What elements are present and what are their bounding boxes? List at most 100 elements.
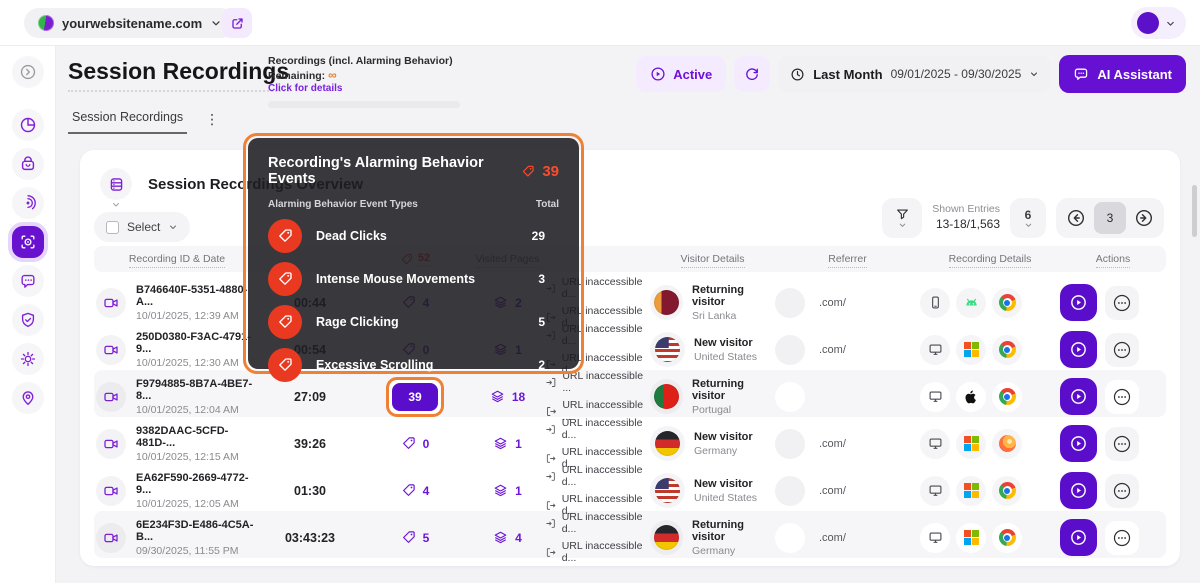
column-recording-id: Recording ID & Date [94,253,260,265]
play-recording-button[interactable] [1060,378,1097,415]
shopping-bag-icon [19,155,37,173]
sidebar-item-feedback[interactable] [12,265,44,297]
referrer-avatar [775,288,805,318]
table-row[interactable]: F9794885-8B7A-4BE7-8...10/01/2025, 12:04… [94,370,1166,417]
entry-url[interactable]: URL inaccessible d... [545,511,650,535]
user-menu[interactable] [1131,7,1186,39]
play-recording-button[interactable] [1060,472,1097,509]
open-website-button[interactable] [222,8,252,38]
tag-icon [401,436,416,451]
more-actions-button[interactable] [1105,427,1139,461]
visitor-type: Returning visitor [692,519,775,543]
video-camera-icon [96,382,126,412]
sidebar-item-settings[interactable] [12,343,44,375]
play-recording-button[interactable] [1060,331,1097,368]
visited-pages-count[interactable]: 1 [470,483,545,498]
play-circle-icon [650,66,666,82]
recording-id: 6E234F3D-E486-4C5A-B... [136,519,260,543]
visitor-country-flag-icon [655,478,680,503]
sidebar-item-session-recordings[interactable] [12,226,44,258]
table-row[interactable]: EA62F590-2669-4772-9... 10/01/2025, 12:05… [94,464,1166,511]
app-window: yourwebsitename.com [0,0,1200,583]
tab-options-kebab-icon[interactable]: ⋮ [201,111,223,128]
vertical-scrollbar[interactable] [1192,185,1197,237]
sidebar-item-geolocation[interactable] [12,382,44,414]
sidebar-item-heatmaps[interactable] [12,187,44,219]
ellipsis-icon [1111,527,1133,549]
popup-col-total: Total [536,199,559,210]
table-row[interactable]: 9382DAAC-5CFD-481D-...10/01/2025, 12:15 … [94,417,1166,464]
play-recording-button[interactable] [1060,519,1097,556]
arrow-right-circle-icon [1134,208,1154,228]
header-controls: Active Last Month 09/01/2025 - 09/30/202… [636,55,1186,93]
sidebar-item-analytics[interactable] [12,109,44,141]
overview-icon-group[interactable] [100,168,132,209]
visitor-type: Returning visitor [692,378,775,402]
popup-event-row: Excessive Scrolling 2 [268,348,559,382]
table-controls: Shown Entries 13-18/1,563 6 3 [882,198,1164,238]
active-filter-button[interactable]: Active [636,56,726,92]
entry-url[interactable]: URL inaccessible d... [545,417,650,441]
alarming-count[interactable]: 5 [360,530,470,545]
os-icon [956,288,986,318]
alarming-count[interactable]: 0 [360,436,470,451]
device-type-icon [920,335,950,365]
chevron-down-icon [898,222,907,229]
sidebar-item-store[interactable] [12,148,44,180]
gear-icon [19,350,37,368]
more-actions-button[interactable] [1105,286,1139,320]
exit-url[interactable]: URL inaccessible d... [545,540,650,564]
sidebar-collapse-button[interactable] [12,56,44,88]
chevron-down-icon [210,17,222,29]
layers-icon [493,483,508,498]
more-actions-button[interactable] [1105,333,1139,367]
play-recording-button[interactable] [1060,425,1097,462]
next-page-button[interactable] [1130,204,1158,232]
select-rows-control[interactable]: Select [94,212,190,242]
recording-date: 10/01/2025, 12:05 AM [136,498,260,510]
play-recording-button[interactable] [1060,284,1097,321]
ai-chat-icon [1073,66,1089,82]
layers-icon [490,389,505,404]
page-size-select[interactable]: 6 [1010,198,1046,238]
table-row[interactable]: 6E234F3D-E486-4C5A-B...09/30/2025, 11:55… [94,511,1166,558]
recording-id: B746640F-5351-4880-A... [136,284,260,308]
visitor-type: Returning visitor [692,284,775,308]
play-icon [1069,387,1088,406]
filter-button[interactable] [882,198,922,238]
recording-id: F9794885-8B7A-4BE7-8... [136,378,260,402]
popup-col-types: Alarming Behavior Event Types [268,199,418,210]
refresh-button[interactable] [734,56,770,92]
more-actions-button[interactable] [1105,474,1139,508]
event-type-label: Intense Mouse Movements [316,272,524,286]
referrer-avatar [775,476,805,506]
website-selector[interactable]: yourwebsitename.com [24,8,236,38]
visited-pages-count[interactable]: 18 [470,389,545,404]
popup-event-row: Rage Clicking 5 [268,305,559,339]
sidebar-item-security[interactable] [12,304,44,336]
current-page[interactable]: 3 [1094,202,1126,234]
column-actions: Actions [1060,253,1166,265]
select-checkbox[interactable] [106,221,119,234]
ai-assistant-button[interactable]: AI Assistant [1059,55,1186,93]
session-recordings-icon [19,233,37,251]
shown-entries-label: Shown Entries [932,203,1000,217]
visitor-type: New visitor [694,337,757,349]
tab-session-recordings[interactable]: Session Recordings [68,104,187,134]
more-actions-button[interactable] [1105,380,1139,414]
visited-pages-count[interactable]: 1 [470,436,545,451]
alarming-count[interactable]: 4 [360,483,470,498]
previous-page-button[interactable] [1062,204,1090,232]
more-actions-button[interactable] [1105,521,1139,555]
date-range-picker[interactable]: Last Month 09/01/2025 - 09/30/2025 [778,56,1051,92]
visitor-country-flag-icon [655,431,680,456]
os-icon [956,476,986,506]
chevron-down-icon [168,222,178,232]
recording-id: EA62F590-2669-4772-9... [136,472,260,496]
chevron-down-icon [1165,18,1176,29]
alarming-count-button[interactable]: 39 [392,383,438,411]
entry-url[interactable]: URL inaccessible d... [545,464,650,488]
details-link[interactable]: Click for details [268,83,468,94]
visited-pages-count[interactable]: 4 [470,530,545,545]
remaining-progress-bar [268,101,460,108]
